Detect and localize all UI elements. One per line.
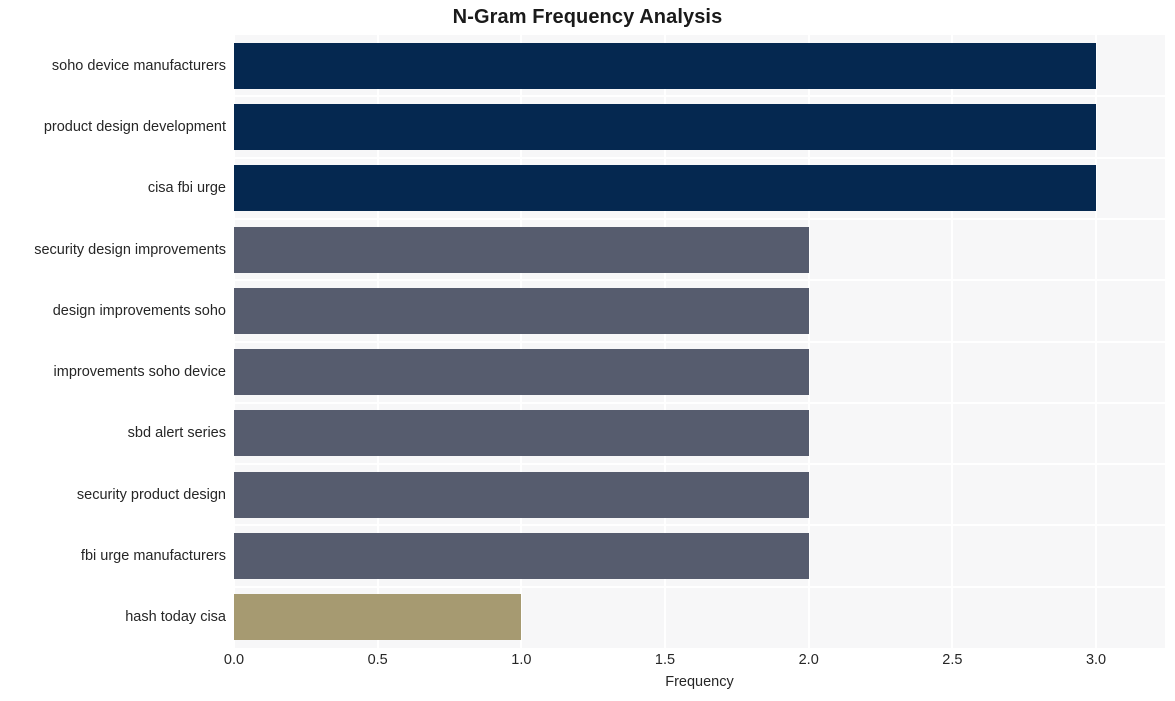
- x-axis-tick-labels: 0.0 0.5 1.0 1.5 2.0 2.5 3.0: [224, 652, 1165, 672]
- bar: [234, 42, 1097, 89]
- x-axis-tick-label: 0.5: [367, 652, 388, 668]
- y-axis-tick-label: sbd alert series: [127, 425, 226, 442]
- bar: [234, 103, 1097, 150]
- y-axis-tick-label: security design improvements: [34, 241, 226, 258]
- y-axis-tick-label: hash today cisa: [125, 609, 226, 626]
- bar: [234, 226, 809, 273]
- y-axis-tick-label: product design development: [43, 118, 226, 135]
- bars-layer: [234, 35, 1165, 648]
- x-axis-tick-label: 2.0: [798, 652, 819, 668]
- y-axis-tick-label: soho device manufacturers: [51, 57, 226, 74]
- bar: [234, 594, 522, 641]
- bar: [234, 471, 809, 518]
- chart-title: N-Gram Frequency Analysis: [452, 6, 723, 28]
- bar: [234, 533, 809, 580]
- y-axis-tick-labels: soho device manufacturers product design …: [0, 35, 226, 648]
- chart-figure: N-Gram Frequency Analysis soho device ma…: [0, 0, 1175, 701]
- plot-area: [233, 35, 1165, 648]
- y-axis-tick-label: improvements soho device: [53, 364, 226, 381]
- x-axis-tick-label: 0.0: [223, 652, 245, 668]
- y-axis-tick-label: cisa fbi urge: [147, 180, 226, 197]
- x-axis-tick-label: 2.5: [942, 652, 963, 668]
- bar: [234, 165, 1097, 212]
- x-axis-tick-label: 1.0: [511, 652, 532, 668]
- bar: [234, 410, 809, 457]
- x-axis-tick-label: 3.0: [1085, 652, 1107, 668]
- y-axis-tick-label: design improvements soho: [52, 302, 226, 319]
- x-axis-tick-label: 1.5: [654, 652, 676, 668]
- x-axis-title: Frequency: [665, 674, 734, 690]
- bar: [234, 287, 809, 334]
- y-axis-tick-label: fbi urge manufacturers: [80, 548, 226, 565]
- y-axis-tick-label: security product design: [76, 486, 226, 503]
- bar: [234, 349, 809, 396]
